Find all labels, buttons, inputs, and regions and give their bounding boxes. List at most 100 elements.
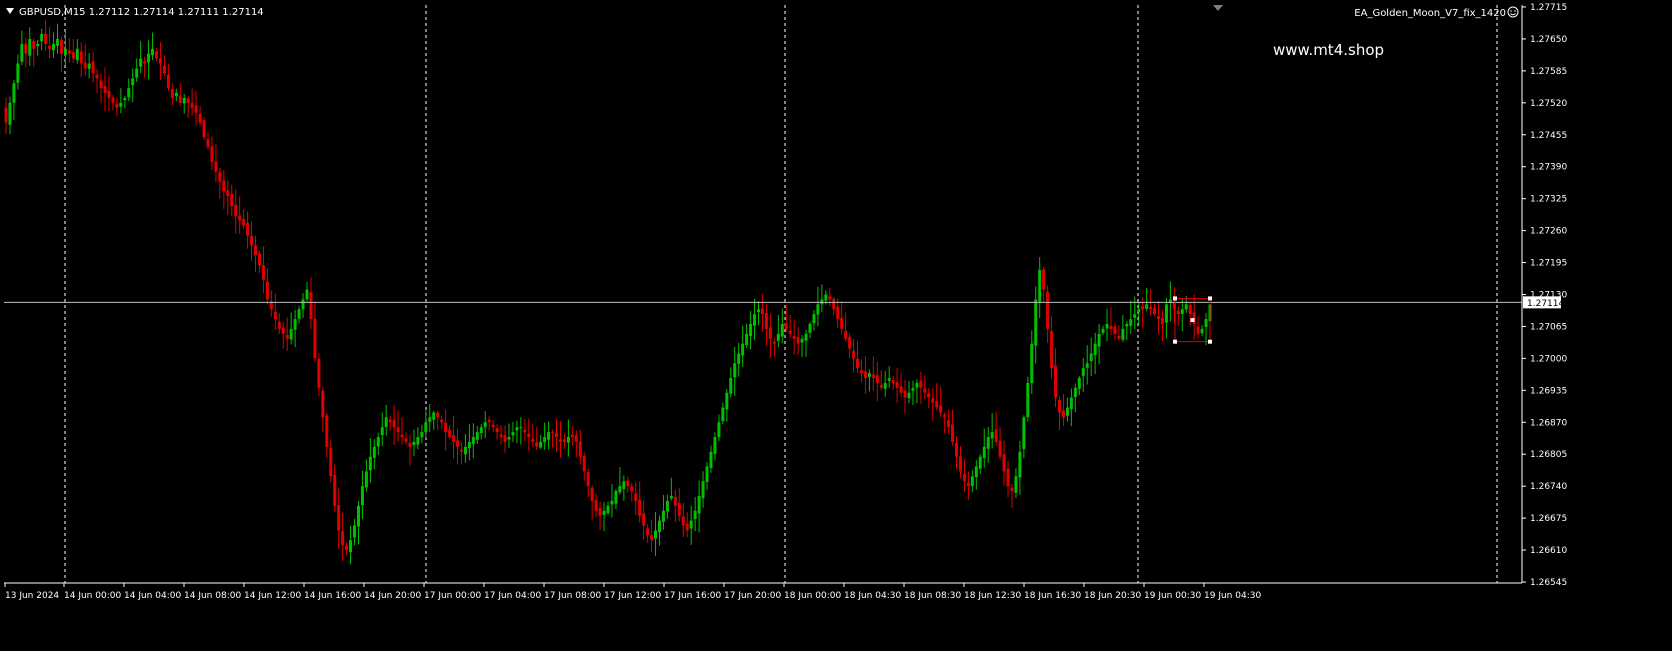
candle-body bbox=[226, 190, 230, 197]
price-chart[interactable]: 1.27114 1.27715 1.27650 1.27585 1.27520 1.27… bbox=[0, 0, 1672, 647]
candle-body bbox=[990, 432, 994, 439]
time-tick-label: 17 Jun 20:00 bbox=[724, 591, 781, 601]
candle-body bbox=[705, 466, 709, 482]
candle-body bbox=[543, 437, 547, 443]
candle-body bbox=[867, 373, 871, 377]
candle-body bbox=[574, 435, 578, 442]
candle-body bbox=[895, 382, 899, 388]
candle-body bbox=[261, 265, 265, 280]
candle-body bbox=[487, 419, 491, 423]
candle-body bbox=[974, 466, 978, 478]
candle-body bbox=[590, 487, 594, 501]
candle-body bbox=[547, 432, 551, 440]
candle-body bbox=[642, 513, 646, 526]
candle-body bbox=[234, 204, 238, 216]
time-tick-label: 14 Jun 16:00 bbox=[304, 591, 361, 601]
candle-body bbox=[36, 43, 40, 47]
candle-body bbox=[293, 319, 297, 330]
candle-body bbox=[1117, 335, 1121, 339]
candle-body bbox=[1133, 314, 1137, 318]
candle-body bbox=[400, 434, 404, 438]
time-tick-label: 14 Jun 20:00 bbox=[364, 591, 421, 601]
candle-body bbox=[44, 33, 48, 44]
candle-body bbox=[8, 102, 12, 125]
candle-body bbox=[135, 68, 139, 78]
candle-body bbox=[214, 161, 218, 172]
candle-body bbox=[725, 392, 729, 410]
candle-body bbox=[301, 299, 305, 310]
candle-body bbox=[499, 434, 503, 438]
candle-body bbox=[99, 80, 103, 89]
candle-body bbox=[162, 65, 166, 74]
candle-body bbox=[250, 236, 254, 246]
candle-body bbox=[364, 471, 368, 488]
candle-body bbox=[570, 434, 574, 438]
candle-body bbox=[1026, 382, 1030, 418]
candle-body bbox=[107, 90, 111, 98]
candle-body bbox=[555, 432, 559, 438]
candle-body bbox=[471, 437, 475, 445]
candle-body bbox=[83, 62, 87, 69]
candle-body bbox=[1184, 304, 1188, 310]
candle-body bbox=[665, 500, 669, 512]
candle-body bbox=[511, 432, 515, 436]
chart-canvas[interactable]: 1.27114 1.277151.276501.275851.275201.27… bbox=[0, 0, 1672, 647]
price-tick-label: 1.27195 bbox=[1530, 259, 1567, 269]
candle-body bbox=[467, 441, 471, 449]
candle-body bbox=[507, 437, 511, 440]
candle-body bbox=[1006, 468, 1010, 487]
candle-body bbox=[285, 334, 289, 339]
candle-body bbox=[388, 419, 392, 423]
candle-body bbox=[479, 427, 483, 434]
candle-body bbox=[1160, 317, 1164, 324]
candle-body bbox=[198, 114, 202, 123]
candle-body bbox=[760, 308, 764, 315]
candle-body bbox=[1050, 331, 1054, 369]
candle-body bbox=[356, 505, 360, 527]
candle-body bbox=[459, 449, 463, 452]
candle-body bbox=[75, 48, 79, 61]
candle-body bbox=[1180, 309, 1184, 314]
candle-body bbox=[1200, 328, 1204, 334]
candle-body bbox=[448, 429, 452, 438]
candle-body bbox=[1129, 319, 1133, 326]
candle-body bbox=[935, 401, 939, 408]
candle-body bbox=[903, 390, 907, 398]
time-tick-label: 14 Jun 12:00 bbox=[244, 591, 301, 601]
candle-body bbox=[321, 390, 325, 418]
time-tick-label: 19 Jun 04:30 bbox=[1204, 591, 1261, 601]
candle-body bbox=[1121, 328, 1125, 340]
candle-body bbox=[376, 437, 380, 447]
candle-body bbox=[333, 474, 337, 506]
time-tick-label: 17 Jun 04:00 bbox=[484, 591, 541, 601]
candle-body bbox=[1109, 325, 1113, 329]
price-tick-label: 1.27585 bbox=[1530, 67, 1567, 77]
candle-body bbox=[1149, 307, 1153, 310]
candle-body bbox=[178, 95, 182, 103]
candle-body bbox=[531, 438, 535, 442]
candle-body bbox=[210, 146, 214, 162]
candle-body bbox=[281, 327, 285, 334]
candle-body bbox=[828, 296, 832, 300]
candle-body bbox=[626, 480, 630, 487]
candle-body bbox=[1113, 326, 1117, 334]
candle-body bbox=[610, 500, 614, 505]
candle-body bbox=[523, 429, 527, 433]
candle-body bbox=[119, 102, 123, 107]
candle-body bbox=[741, 343, 745, 356]
candle-body bbox=[745, 333, 749, 346]
candle-body bbox=[919, 380, 923, 388]
candle-body bbox=[190, 103, 194, 108]
candle-body bbox=[812, 314, 816, 324]
candle-body bbox=[697, 495, 701, 514]
candle-body bbox=[539, 441, 543, 448]
candle-body bbox=[396, 427, 400, 433]
candle-body bbox=[24, 43, 28, 54]
candle-body bbox=[757, 309, 760, 312]
watermark-text: www.mt4.shop bbox=[1273, 41, 1384, 59]
price-tick-label: 1.26610 bbox=[1530, 546, 1567, 556]
candle-body bbox=[883, 382, 887, 389]
candle-body bbox=[927, 393, 931, 398]
candle-body bbox=[1073, 387, 1077, 398]
candle-body bbox=[305, 289, 309, 300]
